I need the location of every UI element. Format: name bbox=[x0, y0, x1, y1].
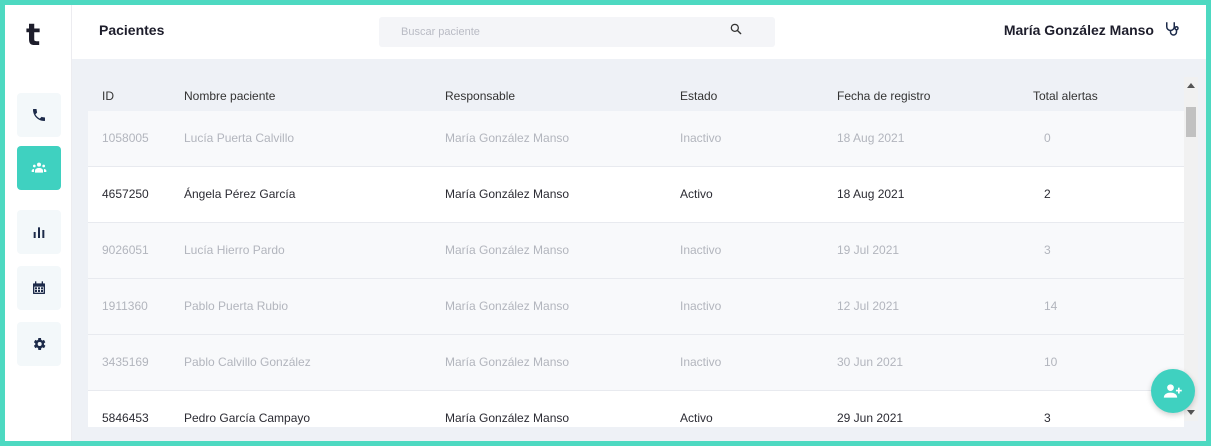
col-alertas[interactable]: Total alertas bbox=[1033, 89, 1098, 103]
app-logo: t bbox=[26, 18, 41, 53]
cell-alertas: 10 bbox=[1044, 355, 1058, 369]
col-responsable[interactable]: Responsable bbox=[445, 89, 515, 103]
cell-estado: Inactivo bbox=[680, 131, 722, 145]
gear-icon bbox=[33, 338, 46, 350]
cell-alertas: 3 bbox=[1044, 411, 1051, 425]
nav-patients[interactable] bbox=[17, 146, 61, 190]
cell-estado: Activo bbox=[680, 187, 713, 201]
table-row[interactable]: 5846453 Pedro García Campayo María Gonzá… bbox=[88, 391, 1184, 427]
stethoscope-icon[interactable] bbox=[1163, 20, 1181, 38]
cell-name: Ángela Pérez García bbox=[184, 187, 296, 201]
cell-estado: Inactivo bbox=[680, 355, 722, 369]
nav-calendar[interactable] bbox=[17, 266, 61, 310]
scroll-down-arrow-icon[interactable] bbox=[1187, 410, 1195, 415]
search-icon[interactable] bbox=[729, 22, 743, 36]
cell-responsable: María González Manso bbox=[445, 187, 570, 201]
cell-alertas: 0 bbox=[1044, 131, 1051, 145]
cell-name: Lucía Hierro Pardo bbox=[184, 243, 285, 257]
patients-panel: ID Nombre paciente Responsable Estado Fe… bbox=[72, 59, 1206, 441]
add-user-icon bbox=[1163, 384, 1182, 398]
patients-table: ID Nombre paciente Responsable Estado Fe… bbox=[88, 65, 1184, 427]
user-name[interactable]: María González Manso bbox=[1004, 22, 1154, 38]
cell-fecha: 19 Jul 2021 bbox=[837, 243, 900, 257]
nav-stats[interactable] bbox=[17, 210, 61, 254]
scroll-thumb[interactable] bbox=[1186, 107, 1196, 137]
table-row[interactable]: 3435169 Pablo Calvillo González María Go… bbox=[88, 335, 1184, 391]
cell-responsable: María González Manso bbox=[445, 299, 570, 313]
table-header: ID Nombre paciente Responsable Estado Fe… bbox=[88, 65, 1184, 111]
cell-responsable: María González Manso bbox=[445, 355, 570, 369]
table-row[interactable]: 1058005 Lucía Puerta Calvillo María Gonz… bbox=[88, 111, 1184, 167]
table-row[interactable]: 9026051 Lucía Hierro Pardo María Gonzále… bbox=[88, 223, 1184, 279]
cell-fecha: 12 Jul 2021 bbox=[837, 299, 900, 313]
cell-id: 1058005 bbox=[102, 131, 149, 145]
col-estado[interactable]: Estado bbox=[680, 89, 717, 103]
cell-alertas: 3 bbox=[1044, 243, 1051, 257]
cell-name: Lucía Puerta Calvillo bbox=[184, 131, 295, 145]
cell-estado: Inactivo bbox=[680, 243, 722, 257]
cell-responsable: María González Manso bbox=[445, 131, 570, 145]
cell-name: Pedro García Campayo bbox=[184, 411, 311, 425]
cell-responsable: María González Manso bbox=[445, 411, 570, 425]
cell-name: Pablo Puerta Rubio bbox=[184, 299, 289, 313]
cell-estado: Activo bbox=[680, 411, 713, 425]
sidebar: t bbox=[5, 5, 72, 441]
app-frame: t Pacientes María González Manso ID Nomb… bbox=[0, 0, 1211, 446]
cell-id: 1911360 bbox=[102, 299, 148, 313]
search-input[interactable] bbox=[379, 17, 775, 47]
table-row[interactable]: 4657250 Ángela Pérez García María Gonzál… bbox=[88, 167, 1184, 223]
col-fecha[interactable]: Fecha de registro bbox=[837, 89, 930, 103]
cell-id: 5846453 bbox=[102, 411, 149, 425]
cell-id: 3435169 bbox=[102, 355, 149, 369]
cell-responsable: María González Manso bbox=[445, 243, 570, 257]
page-title: Pacientes bbox=[99, 22, 165, 38]
patients-icon bbox=[31, 162, 47, 173]
cell-fecha: 30 Jun 2021 bbox=[837, 355, 904, 369]
col-name[interactable]: Nombre paciente bbox=[184, 89, 275, 103]
cell-fecha: 18 Aug 2021 bbox=[837, 131, 905, 145]
bar-chart-icon bbox=[33, 227, 45, 238]
table-scrollbar[interactable] bbox=[1184, 77, 1198, 421]
cell-id: 9026051 bbox=[102, 243, 149, 257]
nav-settings[interactable] bbox=[17, 322, 61, 366]
cell-estado: Inactivo bbox=[680, 299, 722, 313]
col-id[interactable]: ID bbox=[102, 89, 114, 103]
table-row[interactable]: 1911360 Pablo Puerta Rubio María Gonzále… bbox=[88, 279, 1184, 335]
cell-name: Pablo Calvillo González bbox=[184, 355, 311, 369]
cell-fecha: 18 Aug 2021 bbox=[837, 187, 905, 201]
calendar-icon bbox=[33, 281, 45, 294]
header: Pacientes María González Manso bbox=[72, 5, 1206, 59]
add-patient-button[interactable] bbox=[1151, 369, 1195, 413]
cell-fecha: 29 Jun 2021 bbox=[837, 411, 904, 425]
scroll-up-arrow-icon[interactable] bbox=[1187, 83, 1195, 88]
nav-calls[interactable] bbox=[17, 93, 61, 137]
phone-icon bbox=[33, 109, 45, 121]
cell-alertas: 2 bbox=[1044, 187, 1051, 201]
cell-alertas: 14 bbox=[1044, 299, 1058, 313]
cell-id: 4657250 bbox=[102, 187, 149, 201]
